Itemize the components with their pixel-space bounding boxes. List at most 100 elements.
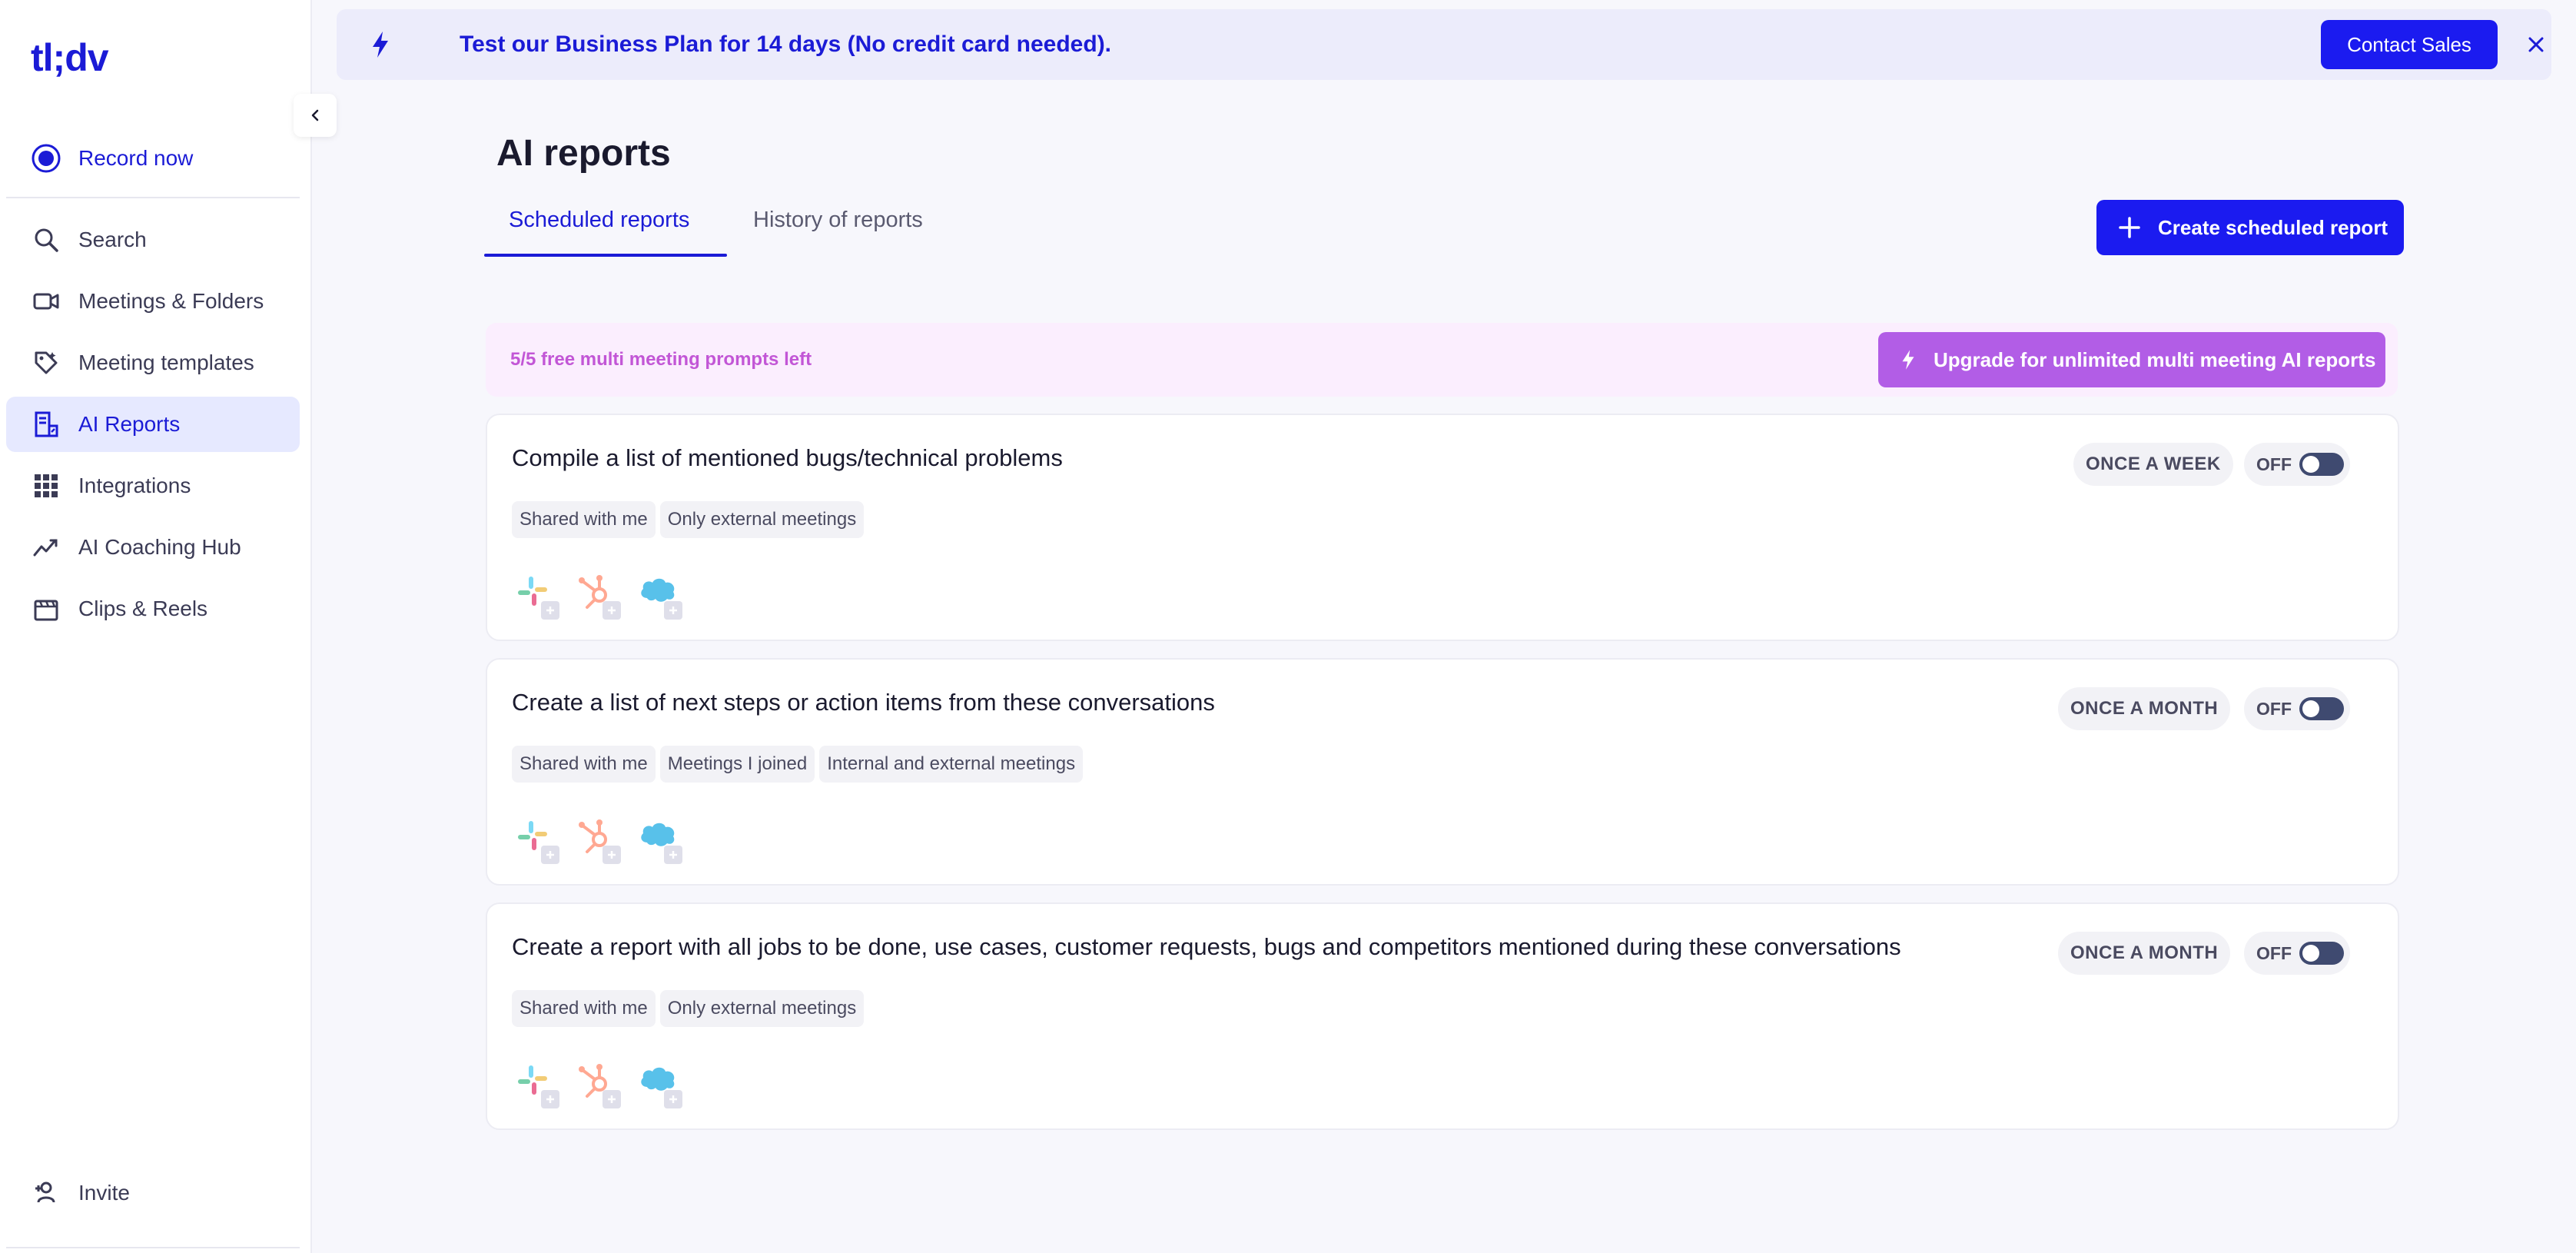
active-tab-indicator bbox=[484, 254, 727, 257]
sidebar-item-label: Meetings & Folders bbox=[78, 289, 264, 313]
plus-icon bbox=[2119, 217, 2140, 238]
chart-icon bbox=[31, 532, 61, 563]
banner-text: Test our Business Plan for 14 days (No c… bbox=[460, 32, 1112, 57]
sidebar-bottom-divider bbox=[6, 1247, 300, 1248]
plus-icon bbox=[664, 1090, 682, 1108]
frequency-badge[interactable]: ONCE A MONTH bbox=[2058, 932, 2231, 975]
hubspot-icon[interactable] bbox=[576, 818, 621, 864]
sidebar-item-label: Meeting templates bbox=[78, 351, 254, 374]
plus-icon bbox=[541, 1090, 559, 1108]
sidebar-item-search[interactable]: Search bbox=[6, 212, 300, 268]
slack-icon[interactable] bbox=[515, 573, 559, 620]
report-icon bbox=[31, 409, 61, 440]
integration-icons bbox=[515, 1062, 682, 1108]
sidebar-item-label: Clips & Reels bbox=[78, 597, 208, 620]
tab-history-of-reports[interactable]: History of reports bbox=[753, 208, 923, 233]
promo-banner: Test our Business Plan for 14 days (No c… bbox=[337, 9, 2551, 80]
report-toggle[interactable]: OFF bbox=[2244, 687, 2350, 730]
sidebar-item-ai-coaching-hub[interactable]: AI Coaching Hub bbox=[6, 520, 300, 575]
sidebar-item-ai-reports[interactable]: AI Reports bbox=[6, 397, 300, 452]
salesforce-icon[interactable] bbox=[638, 1062, 682, 1108]
report-tag: Shared with me bbox=[512, 990, 656, 1027]
toggle-switch[interactable] bbox=[2299, 697, 2344, 720]
report-title: Compile a list of mentioned bugs/technic… bbox=[512, 444, 1063, 471]
template-icon bbox=[31, 347, 61, 378]
plus-icon bbox=[664, 846, 682, 864]
chevron-left-icon bbox=[311, 109, 319, 121]
sidebar-item-clips-reels[interactable]: Clips & Reels bbox=[6, 581, 300, 636]
contact-sales-button[interactable]: Contact Sales bbox=[2321, 20, 2498, 69]
create-button-label: Create scheduled report bbox=[2158, 215, 2388, 239]
record-now-button[interactable]: Record now bbox=[6, 131, 300, 186]
integration-icons bbox=[515, 573, 682, 620]
bolt-icon bbox=[373, 32, 388, 58]
frequency-badge[interactable]: ONCE A MONTH bbox=[2058, 687, 2231, 730]
sidebar-item-label: AI Reports bbox=[78, 412, 181, 436]
plus-icon bbox=[541, 846, 559, 864]
plus-icon bbox=[603, 601, 621, 620]
salesforce-icon[interactable] bbox=[638, 818, 682, 864]
invite-label: Invite bbox=[78, 1181, 130, 1205]
video-icon bbox=[31, 286, 61, 317]
close-icon[interactable] bbox=[2524, 32, 2548, 57]
record-now-label: Record now bbox=[78, 146, 194, 170]
report-tags: Shared with me Only external meetings bbox=[512, 990, 865, 1027]
salesforce-icon[interactable] bbox=[638, 573, 682, 620]
invite-icon bbox=[31, 1178, 61, 1208]
plus-icon bbox=[603, 846, 621, 864]
upgrade-label: Upgrade for unlimited multi meeting AI r… bbox=[1934, 347, 2376, 371]
upgrade-button[interactable]: Upgrade for unlimited multi meeting AI r… bbox=[1878, 332, 2385, 387]
sidebar-divider bbox=[6, 197, 300, 198]
quota-bar: 5/5 free multi meeting prompts left Upgr… bbox=[486, 323, 2398, 397]
report-card[interactable]: Create a report with all jobs to be done… bbox=[486, 902, 2399, 1130]
report-card[interactable]: Compile a list of mentioned bugs/technic… bbox=[486, 414, 2399, 641]
report-tags: Shared with me Only external meetings bbox=[512, 501, 865, 538]
search-icon bbox=[31, 224, 61, 255]
collapse-sidebar-button[interactable] bbox=[294, 94, 337, 137]
toggle-switch[interactable] bbox=[2299, 942, 2344, 965]
grid-icon bbox=[31, 470, 61, 501]
sidebar-item-label: AI Coaching Hub bbox=[78, 535, 241, 559]
report-title: Create a list of next steps or action it… bbox=[512, 689, 1215, 716]
main-content: Test our Business Plan for 14 days (No c… bbox=[312, 0, 2576, 1253]
report-card[interactable]: Create a list of next steps or action it… bbox=[486, 658, 2399, 886]
sidebar-item-label: Integrations bbox=[78, 474, 191, 497]
plus-icon bbox=[664, 601, 682, 620]
sidebar-item-label: Search bbox=[78, 228, 147, 251]
logo[interactable]: tl;dv bbox=[31, 35, 109, 80]
hubspot-icon[interactable] bbox=[576, 1062, 621, 1108]
plus-icon bbox=[541, 601, 559, 620]
sidebar: tl;dv Record now Search Meetings & Folde… bbox=[0, 0, 337, 1253]
toggle-label: OFF bbox=[2256, 698, 2292, 719]
integration-icons bbox=[515, 818, 682, 864]
report-toggle[interactable]: OFF bbox=[2244, 932, 2350, 975]
invite-button[interactable]: Invite bbox=[6, 1165, 300, 1221]
slack-icon[interactable] bbox=[515, 1062, 559, 1108]
report-tag: Internal and external meetings bbox=[819, 746, 1084, 783]
report-tags: Shared with me Meetings I joined Interna… bbox=[512, 746, 1084, 783]
tab-scheduled-reports[interactable]: Scheduled reports bbox=[509, 208, 689, 233]
sidebar-item-meeting-templates[interactable]: Meeting templates bbox=[6, 335, 300, 391]
page-title: AI reports bbox=[496, 133, 671, 174]
slack-icon[interactable] bbox=[515, 818, 559, 864]
quota-text: 5/5 free multi meeting prompts left bbox=[510, 349, 812, 370]
report-tag: Meetings I joined bbox=[659, 746, 815, 783]
report-tag: Shared with me bbox=[512, 501, 656, 538]
toggle-label: OFF bbox=[2256, 942, 2292, 963]
report-tag: Shared with me bbox=[512, 746, 656, 783]
frequency-badge[interactable]: ONCE A WEEK bbox=[2073, 443, 2233, 486]
plus-icon bbox=[603, 1090, 621, 1108]
report-tag: Only external meetings bbox=[659, 501, 865, 538]
report-tag: Only external meetings bbox=[659, 990, 865, 1027]
record-icon bbox=[31, 143, 61, 174]
toggle-label: OFF bbox=[2256, 454, 2292, 474]
sidebar-item-meetings-folders[interactable]: Meetings & Folders bbox=[6, 274, 300, 329]
bolt-icon bbox=[1902, 350, 1914, 370]
toggle-switch[interactable] bbox=[2299, 453, 2344, 476]
sidebar-item-integrations[interactable]: Integrations bbox=[6, 458, 300, 513]
report-title: Create a report with all jobs to be done… bbox=[512, 933, 1901, 960]
hubspot-icon[interactable] bbox=[576, 573, 621, 620]
clip-icon bbox=[31, 593, 61, 624]
create-scheduled-report-button[interactable]: Create scheduled report bbox=[2096, 200, 2404, 255]
report-toggle[interactable]: OFF bbox=[2244, 443, 2350, 486]
